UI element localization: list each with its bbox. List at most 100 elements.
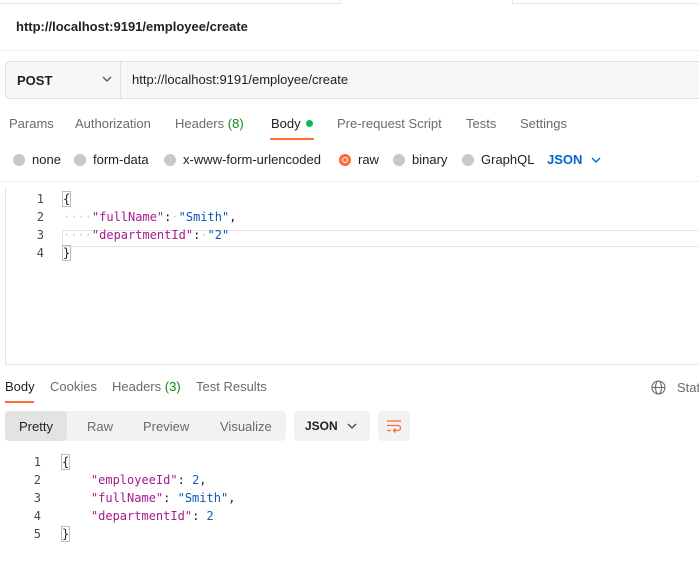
headers-count: (3) [164, 379, 181, 394]
option-none[interactable]: none [13, 152, 61, 167]
tab-settings[interactable]: Settings [520, 116, 567, 131]
tab-label: Pre-request Script [337, 116, 442, 131]
request-body-editor[interactable]: 1 2 3 4 { ····"fullName":·"Smith", ····"… [5, 187, 699, 365]
tab-response-body[interactable]: Body [5, 379, 35, 394]
view-raw[interactable]: Raw [73, 411, 127, 441]
globe-icon[interactable] [651, 380, 666, 395]
json-value: "Smith" [177, 491, 229, 505]
line-number: 3 [36, 228, 44, 242]
tab-tests[interactable]: Tests [466, 116, 496, 131]
divider [0, 50, 699, 51]
code-line: ····"fullName":·"Smith", [63, 210, 237, 224]
response-body-viewer[interactable]: 1 2 3 4 5 { "employeeId": 2, "fullName":… [0, 450, 699, 550]
response-format-select[interactable]: JSON [294, 411, 370, 441]
body-format-select[interactable]: JSON [547, 152, 601, 167]
option-raw[interactable]: raw [339, 152, 379, 167]
format-label: JSON [305, 419, 338, 433]
method-label: POST [17, 72, 53, 88]
request-bar: POST http://localhost:9191/employee/crea… [5, 61, 699, 99]
code-line: "employeeId": 2, [90, 473, 207, 487]
option-label: none [32, 152, 61, 167]
option-graphql[interactable]: GraphQL [462, 152, 534, 167]
wrap-lines-icon [387, 420, 402, 433]
view-label: Pretty [19, 418, 53, 434]
active-request-tab[interactable] [340, 0, 513, 4]
json-key: "departmentId" [90, 509, 193, 523]
code-brace: } [60, 526, 71, 542]
active-tab-indicator [270, 138, 314, 140]
line-number: 3 [33, 491, 41, 505]
tab-params[interactable]: Params [9, 116, 54, 131]
line-number: 4 [36, 246, 44, 260]
code-brace: { [60, 454, 71, 470]
option-form-data[interactable]: form-data [74, 152, 149, 167]
tab-response-headers[interactable]: Headers (3) [112, 379, 181, 394]
tab-label: Settings [520, 116, 567, 131]
tab-cookies[interactable]: Cookies [50, 379, 97, 394]
option-label: x-www-form-urlencoded [183, 152, 321, 167]
tab-body[interactable]: Body [271, 116, 313, 131]
code-line: "departmentId": 2 [90, 509, 214, 523]
tab-label: Test Results [196, 379, 267, 394]
request-title[interactable]: http://localhost:9191/employee/create [16, 19, 248, 34]
active-tab-indicator [5, 401, 34, 403]
json-value: 2 [206, 509, 214, 523]
line-number: 2 [33, 473, 41, 487]
response-status-label: Stat [677, 380, 699, 395]
json-key: "departmentId" [91, 228, 194, 242]
tab-test-results[interactable]: Test Results [196, 379, 267, 394]
json-value: "2" [207, 228, 230, 242]
tab-strip-border [0, 3, 340, 4]
code-line: ····"departmentId":·"2" [63, 228, 230, 242]
radio-icon [74, 153, 86, 166]
line-number: 1 [36, 192, 44, 206]
headers-count: (8) [227, 116, 244, 131]
view-visualize[interactable]: Visualize [206, 411, 286, 441]
option-label: binary [412, 152, 448, 167]
json-value: "Smith" [178, 210, 230, 224]
radio-icon [13, 153, 25, 166]
code-brace: } [61, 245, 72, 261]
json-key: "fullName" [90, 491, 164, 505]
code-line: "fullName": "Smith", [90, 491, 236, 505]
code-brace: { [61, 191, 72, 207]
view-label: Visualize [220, 418, 272, 434]
line-number: 5 [33, 527, 41, 541]
tab-authorization[interactable]: Authorization [75, 116, 151, 131]
view-pretty[interactable]: Pretty [5, 411, 67, 441]
url-input[interactable]: http://localhost:9191/employee/create [132, 72, 692, 87]
option-binary[interactable]: binary [393, 152, 447, 167]
tab-label: Authorization [75, 116, 151, 131]
view-preview[interactable]: Preview [129, 411, 203, 441]
divider [0, 181, 699, 182]
tab-label: Cookies [50, 379, 97, 394]
tab-label: Body [5, 379, 35, 394]
wrap-lines-button[interactable] [378, 411, 410, 441]
tab-label: Tests [466, 116, 497, 131]
option-label: form-data [93, 152, 149, 167]
top-tab-strip [0, 0, 699, 4]
json-key: "fullName" [91, 210, 165, 224]
body-status-dot [305, 120, 313, 127]
tab-headers[interactable]: Headers (8) [175, 116, 244, 131]
view-label: Preview [143, 418, 190, 434]
format-label: JSON [547, 152, 583, 167]
chevron-down-icon [102, 76, 112, 82]
line-number: 2 [36, 210, 44, 224]
view-label: Raw [87, 418, 114, 434]
radio-icon [393, 153, 405, 166]
json-key: "employeeId" [90, 473, 178, 487]
response-view-segmented: Pretty Raw Preview Visualize [5, 411, 286, 441]
radio-selected-icon [339, 153, 351, 166]
chevron-down-icon [591, 157, 601, 163]
option-label: raw [358, 152, 379, 167]
tab-label: Headers [112, 379, 162, 394]
tab-strip-border [513, 3, 699, 4]
option-urlencoded[interactable]: x-www-form-urlencoded [164, 152, 321, 167]
tab-label: Headers [175, 116, 225, 131]
line-number: 1 [33, 455, 41, 469]
radio-icon [462, 153, 474, 166]
tab-label: Params [9, 116, 54, 131]
method-select[interactable]: POST [6, 62, 121, 98]
tab-pre-request-script[interactable]: Pre-request Script [337, 116, 442, 131]
